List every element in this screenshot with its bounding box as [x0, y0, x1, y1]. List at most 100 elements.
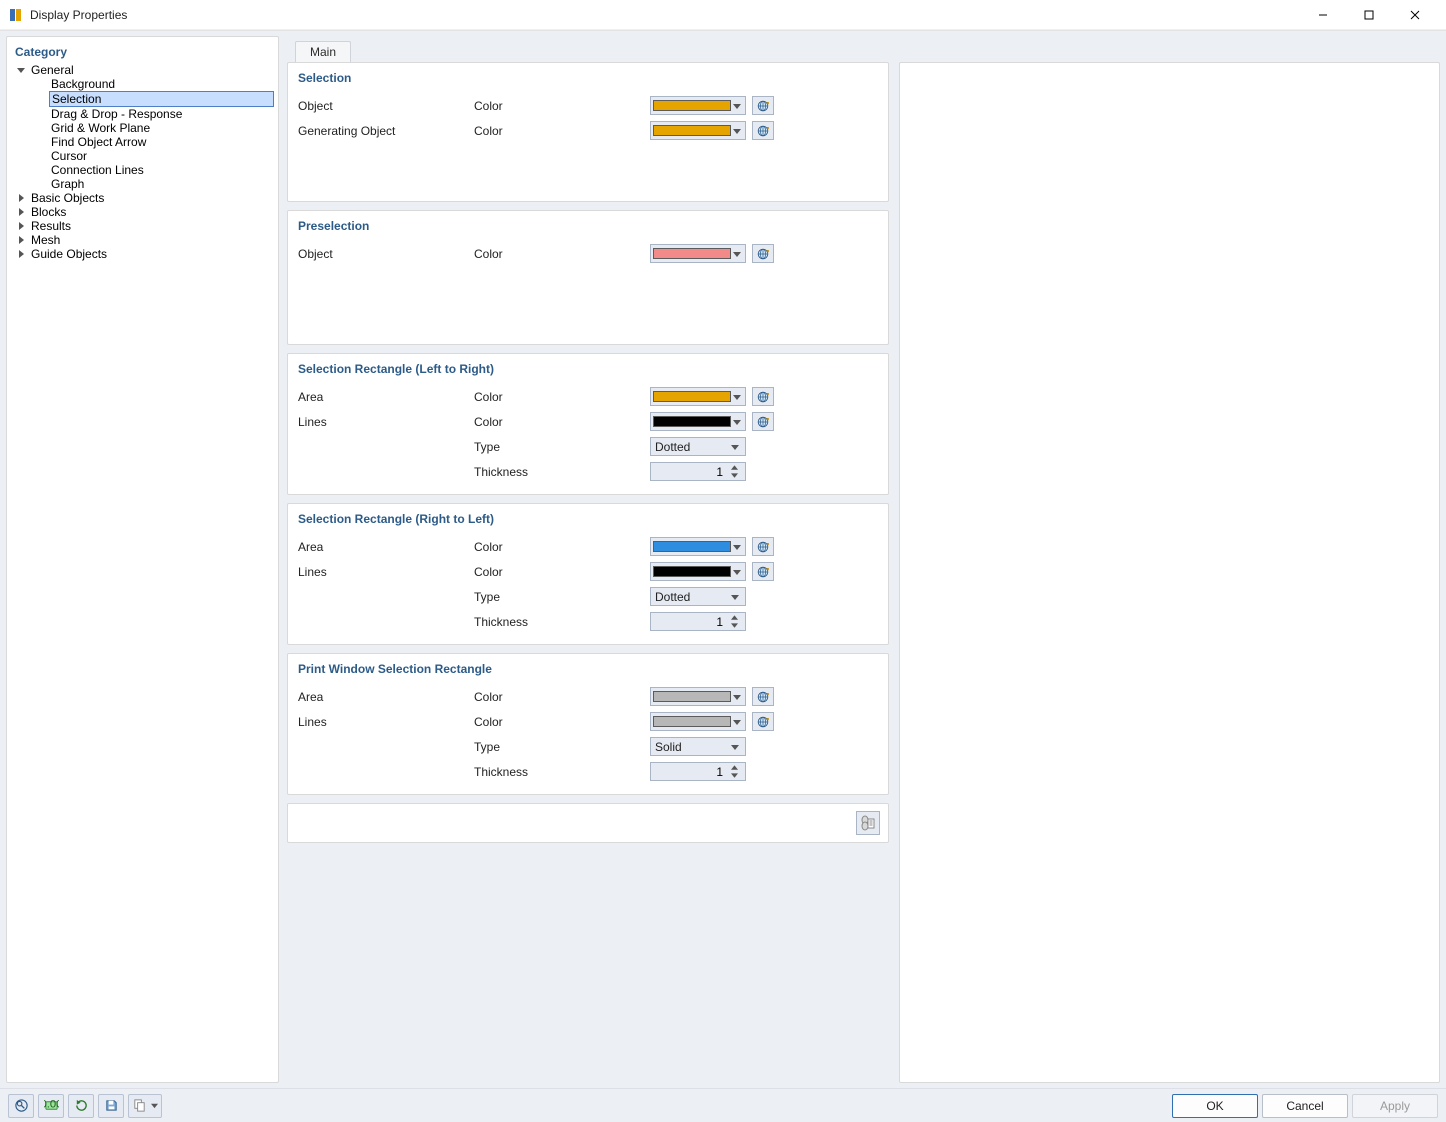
chevron-down-icon	[731, 568, 743, 576]
category-panel: Category General BackgroundSelectionDrag…	[6, 36, 279, 1083]
cancel-button[interactable]: Cancel	[1262, 1094, 1348, 1118]
category-header: Category	[13, 43, 274, 63]
tree-item-find-object-arrow[interactable]: Find Object Arrow	[49, 135, 274, 149]
chevron-down-icon[interactable]	[15, 64, 27, 76]
group-title: Selection Rectangle (Right to Left)	[288, 504, 888, 534]
assign-global-color-button[interactable]	[752, 387, 774, 406]
color-picker[interactable]	[650, 562, 746, 581]
tree-item-basic-objects[interactable]: Basic Objects	[13, 191, 274, 205]
thickness-input[interactable]	[651, 765, 727, 779]
row-name: Area	[298, 690, 466, 704]
assign-global-color-button[interactable]	[752, 244, 774, 263]
assign-global-color-button[interactable]	[752, 412, 774, 431]
chevron-right-icon[interactable]	[15, 192, 27, 204]
color-picker[interactable]	[650, 687, 746, 706]
load-default-button[interactable]	[68, 1094, 94, 1118]
color-swatch	[653, 691, 731, 702]
thickness-input[interactable]	[651, 615, 727, 629]
assign-global-color-button[interactable]	[752, 96, 774, 115]
spin-down[interactable]	[727, 622, 741, 630]
ok-button[interactable]: OK	[1172, 1094, 1258, 1118]
chevron-down-icon	[731, 718, 743, 726]
settings-row: Type Dotted	[288, 434, 888, 459]
copy-to-clipboard-button[interactable]	[856, 811, 880, 835]
color-picker[interactable]	[650, 96, 746, 115]
tree-item-cursor[interactable]: Cursor	[49, 149, 274, 163]
color-picker[interactable]	[650, 121, 746, 140]
color-swatch	[653, 566, 731, 577]
thickness-spinner[interactable]	[650, 462, 746, 481]
window-title: Display Properties	[30, 8, 127, 22]
row-property: Color	[474, 247, 642, 261]
settings-row: Type Solid	[288, 734, 888, 759]
group-selection: SelectionObjectColorGenerating ObjectCol…	[287, 62, 889, 202]
settings-row: LinesColor	[288, 709, 888, 734]
spin-up[interactable]	[727, 614, 741, 622]
clipboard-row	[287, 803, 889, 843]
tree-item-guide-objects[interactable]: Guide Objects	[13, 247, 274, 261]
chevron-right-icon[interactable]	[15, 248, 27, 260]
thickness-spinner[interactable]	[650, 612, 746, 631]
tree-item-graph[interactable]: Graph	[49, 177, 274, 191]
line-type-combo[interactable]: Solid	[650, 737, 746, 756]
copy-settings-button[interactable]	[128, 1094, 162, 1118]
row-name: Area	[298, 390, 466, 404]
assign-global-color-button[interactable]	[752, 562, 774, 581]
assign-global-color-button[interactable]	[752, 712, 774, 731]
line-type-combo[interactable]: Dotted	[650, 437, 746, 456]
assign-global-color-button[interactable]	[752, 537, 774, 556]
settings-row: Thickness	[288, 459, 888, 484]
spin-down[interactable]	[727, 472, 741, 480]
line-type-combo[interactable]: Dotted	[650, 587, 746, 606]
close-button[interactable]	[1392, 0, 1438, 30]
tree-item-blocks[interactable]: Blocks	[13, 205, 274, 219]
assign-global-color-button[interactable]	[752, 687, 774, 706]
color-picker[interactable]	[650, 244, 746, 263]
help-button[interactable]	[8, 1094, 34, 1118]
tree-item-selection[interactable]: Selection	[49, 91, 274, 107]
color-swatch	[653, 100, 731, 111]
settings-row: Thickness	[288, 609, 888, 634]
settings-row: AreaColor	[288, 534, 888, 559]
chevron-down-icon	[731, 250, 743, 258]
maximize-button[interactable]	[1346, 0, 1392, 30]
tree-item-background[interactable]: Background	[49, 77, 274, 91]
chevron-right-icon[interactable]	[15, 206, 27, 218]
thickness-input[interactable]	[651, 465, 727, 479]
tree-item-general[interactable]: General	[13, 63, 274, 77]
group-sel_lr: Selection Rectangle (Left to Right)AreaC…	[287, 353, 889, 495]
assign-global-color-button[interactable]	[752, 121, 774, 140]
row-property: Type	[474, 740, 642, 754]
tree-item-connection-lines[interactable]: Connection Lines	[49, 163, 274, 177]
row-property: Color	[474, 99, 642, 113]
color-picker[interactable]	[650, 412, 746, 431]
row-property: Type	[474, 440, 642, 454]
chevron-right-icon[interactable]	[15, 234, 27, 246]
settings-row: Thickness	[288, 759, 888, 784]
settings-row: LinesColor	[288, 409, 888, 434]
tab-main[interactable]: Main	[295, 41, 351, 62]
spin-down[interactable]	[727, 772, 741, 780]
chevron-down-icon	[731, 543, 743, 551]
minimize-button[interactable]	[1300, 0, 1346, 30]
tree-item-drag-drop-response[interactable]: Drag & Drop - Response	[49, 107, 274, 121]
color-swatch	[653, 541, 731, 552]
tree-item-grid-work-plane[interactable]: Grid & Work Plane	[49, 121, 274, 135]
spin-up[interactable]	[727, 464, 741, 472]
units-button[interactable]: 0.00	[38, 1094, 64, 1118]
row-name: Lines	[298, 715, 466, 729]
tree-item-mesh[interactable]: Mesh	[13, 233, 274, 247]
row-property: Thickness	[474, 765, 642, 779]
row-property: Color	[474, 415, 642, 429]
color-picker[interactable]	[650, 387, 746, 406]
spin-up[interactable]	[727, 764, 741, 772]
color-picker[interactable]	[650, 537, 746, 556]
save-default-button[interactable]	[98, 1094, 124, 1118]
tree-item-results[interactable]: Results	[13, 219, 274, 233]
color-picker[interactable]	[650, 712, 746, 731]
group-title: Preselection	[288, 211, 888, 241]
chevron-right-icon[interactable]	[15, 220, 27, 232]
chevron-down-icon	[731, 393, 743, 401]
group-title: Selection	[288, 63, 888, 93]
thickness-spinner[interactable]	[650, 762, 746, 781]
